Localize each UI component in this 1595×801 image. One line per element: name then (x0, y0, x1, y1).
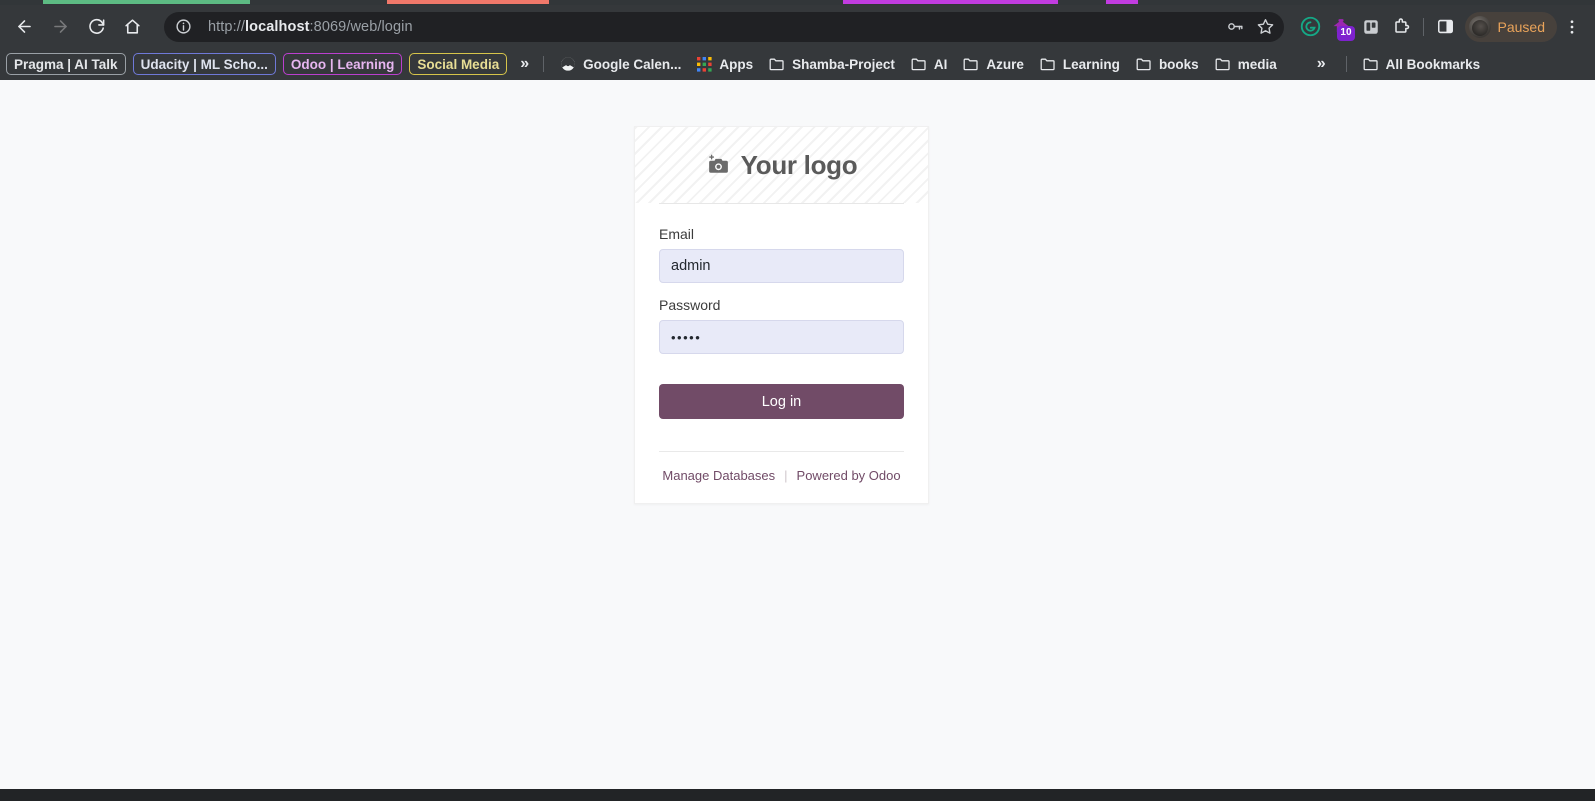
folder-icon (1136, 58, 1151, 71)
bookmark-item-label: Azure (986, 56, 1024, 72)
tab-indicator-2[interactable] (387, 0, 549, 4)
password-manager-key-icon[interactable] (1222, 13, 1250, 41)
extension-badge-count: 10 (1337, 25, 1355, 41)
url-host: localhost (244, 18, 310, 35)
purple-extension-icon[interactable]: 10 (1326, 11, 1356, 43)
bookmark-item-media[interactable]: media (1207, 51, 1285, 77)
powered-by-odoo-link[interactable]: Powered by Odoo (797, 468, 901, 483)
bookmark-item-shamba-project[interactable]: Shamba-Project (761, 51, 903, 77)
brand-header: Your logo (635, 127, 928, 203)
password-label: Password (659, 297, 721, 313)
brand-text: Your logo (740, 149, 858, 180)
avatar (1468, 15, 1491, 38)
camera-plus-icon (708, 154, 728, 173)
profile-status-label: Paused (1497, 18, 1545, 35)
bookmark-chip-social-media[interactable]: Social Media (409, 53, 508, 75)
folder-icon (1215, 58, 1230, 71)
forward-arrow-icon (53, 20, 67, 33)
reload-icon (88, 18, 104, 34)
grammarly-extension-icon[interactable] (1296, 11, 1326, 43)
bookmark-chip-udacity[interactable]: Udacity | ML Scho... (132, 53, 276, 75)
folder-icon (1363, 58, 1378, 71)
bookmark-item-apps[interactable]: Apps (689, 51, 761, 77)
bookmark-chip-label: Social Media (417, 56, 500, 72)
extensions-puzzle-icon[interactable] (1386, 11, 1416, 43)
login-button[interactable]: Log in (659, 384, 904, 419)
folder-icon (963, 58, 979, 71)
folder-icon (911, 58, 926, 71)
footer-separator: | (784, 468, 788, 483)
bookmarks-bar: Pragma | AI Talk Udacity | ML Scho... Od… (0, 48, 1595, 80)
all-bookmarks-label: All Bookmarks (1385, 56, 1481, 72)
home-icon (124, 19, 140, 34)
url-text: http://localhost:8069/web/login (208, 19, 413, 35)
google-calendar-icon (561, 57, 575, 71)
tab-indicator-3[interactable] (843, 0, 1058, 4)
bookmarks-divider-right (1345, 56, 1347, 72)
tab-indicator-1[interactable] (43, 0, 250, 4)
bookmark-chip-pragma[interactable]: Pragma | AI Talk (6, 53, 126, 75)
profile-button[interactable]: Paused (1464, 11, 1557, 42)
back-arrow-icon (17, 20, 31, 33)
manage-databases-link[interactable]: Manage Databases (662, 468, 775, 483)
bookmark-chip-label: Pragma | AI Talk (14, 56, 118, 72)
bookmark-item-label: AI (933, 56, 948, 72)
omnibox-actions (1222, 13, 1280, 41)
back-button[interactable] (8, 11, 40, 43)
home-button[interactable] (116, 11, 148, 43)
bookmark-item-ai[interactable]: AI (903, 51, 956, 77)
bookmarks-overflow-icon[interactable]: » (1311, 55, 1332, 73)
bookmark-item-label: Learning (1062, 56, 1120, 72)
reload-button[interactable] (80, 11, 112, 43)
odoo-login-card: Your logo Email admin Password ••••• Log… (634, 126, 929, 504)
email-input-value: admin (671, 258, 711, 274)
forward-button[interactable] (44, 11, 76, 43)
browser-window: http://localhost:8069/web/login 10 Pause… (0, 0, 1595, 801)
side-panel-icon[interactable] (1431, 11, 1461, 43)
url-rest: :8069/web/login (309, 18, 413, 35)
password-input[interactable]: ••••• (659, 320, 904, 354)
folder-icon (1040, 58, 1055, 71)
bookmark-item-label: Apps (719, 56, 754, 72)
all-bookmarks-button[interactable]: All Bookmarks (1355, 51, 1489, 77)
toolbar-right-cluster: 10 Paused (1296, 11, 1587, 43)
password-field-group: Password ••••• (659, 297, 904, 354)
bookmark-item-label: Shamba-Project (792, 56, 895, 72)
bookmark-item-azure[interactable]: Azure (955, 51, 1032, 77)
bookmark-chip-label: Odoo | Learning (290, 56, 395, 72)
bookmarks-divider (543, 56, 545, 72)
bookmark-item-label: books (1158, 56, 1199, 72)
bookmark-chip-label: Udacity | ML Scho... (140, 56, 268, 72)
bookmark-chip-overflow-icon[interactable]: » (514, 55, 535, 73)
email-input[interactable]: admin (659, 249, 904, 283)
bookmark-item-learning[interactable]: Learning (1032, 51, 1128, 77)
site-information-icon[interactable] (170, 14, 196, 40)
bookmark-star-icon[interactable] (1252, 13, 1280, 41)
bookmark-item-label: Google Calen... (583, 56, 682, 72)
card-footer: Manage Databases | Powered by Odoo (659, 451, 904, 503)
address-bar[interactable]: http://localhost:8069/web/login (164, 11, 1284, 42)
password-input-value: ••••• (671, 329, 702, 345)
window-bottom-bar (0, 789, 1595, 801)
bookmark-item-google-calendar[interactable]: Google Calen... (552, 51, 689, 77)
toolbar-divider (1422, 17, 1424, 36)
login-form: Email admin Password ••••• Log in (659, 204, 904, 419)
page-viewport: Your logo Email admin Password ••••• Log… (0, 80, 1595, 789)
browser-toolbar: http://localhost:8069/web/login 10 Pause… (0, 5, 1595, 48)
trello-extension-icon[interactable] (1356, 11, 1386, 43)
url-scheme: http:// (208, 18, 245, 35)
bookmark-item-books[interactable]: books (1128, 51, 1207, 77)
tab-indicator-4[interactable] (1106, 0, 1138, 4)
google-apps-icon (697, 56, 712, 72)
email-field-group: Email admin (659, 226, 904, 283)
bookmark-chip-odoo[interactable]: Odoo | Learning (282, 53, 403, 75)
folder-icon (769, 58, 784, 71)
email-label: Email (659, 226, 695, 242)
bookmark-item-label: media (1237, 56, 1277, 72)
chrome-menu-icon[interactable] (1557, 11, 1587, 43)
